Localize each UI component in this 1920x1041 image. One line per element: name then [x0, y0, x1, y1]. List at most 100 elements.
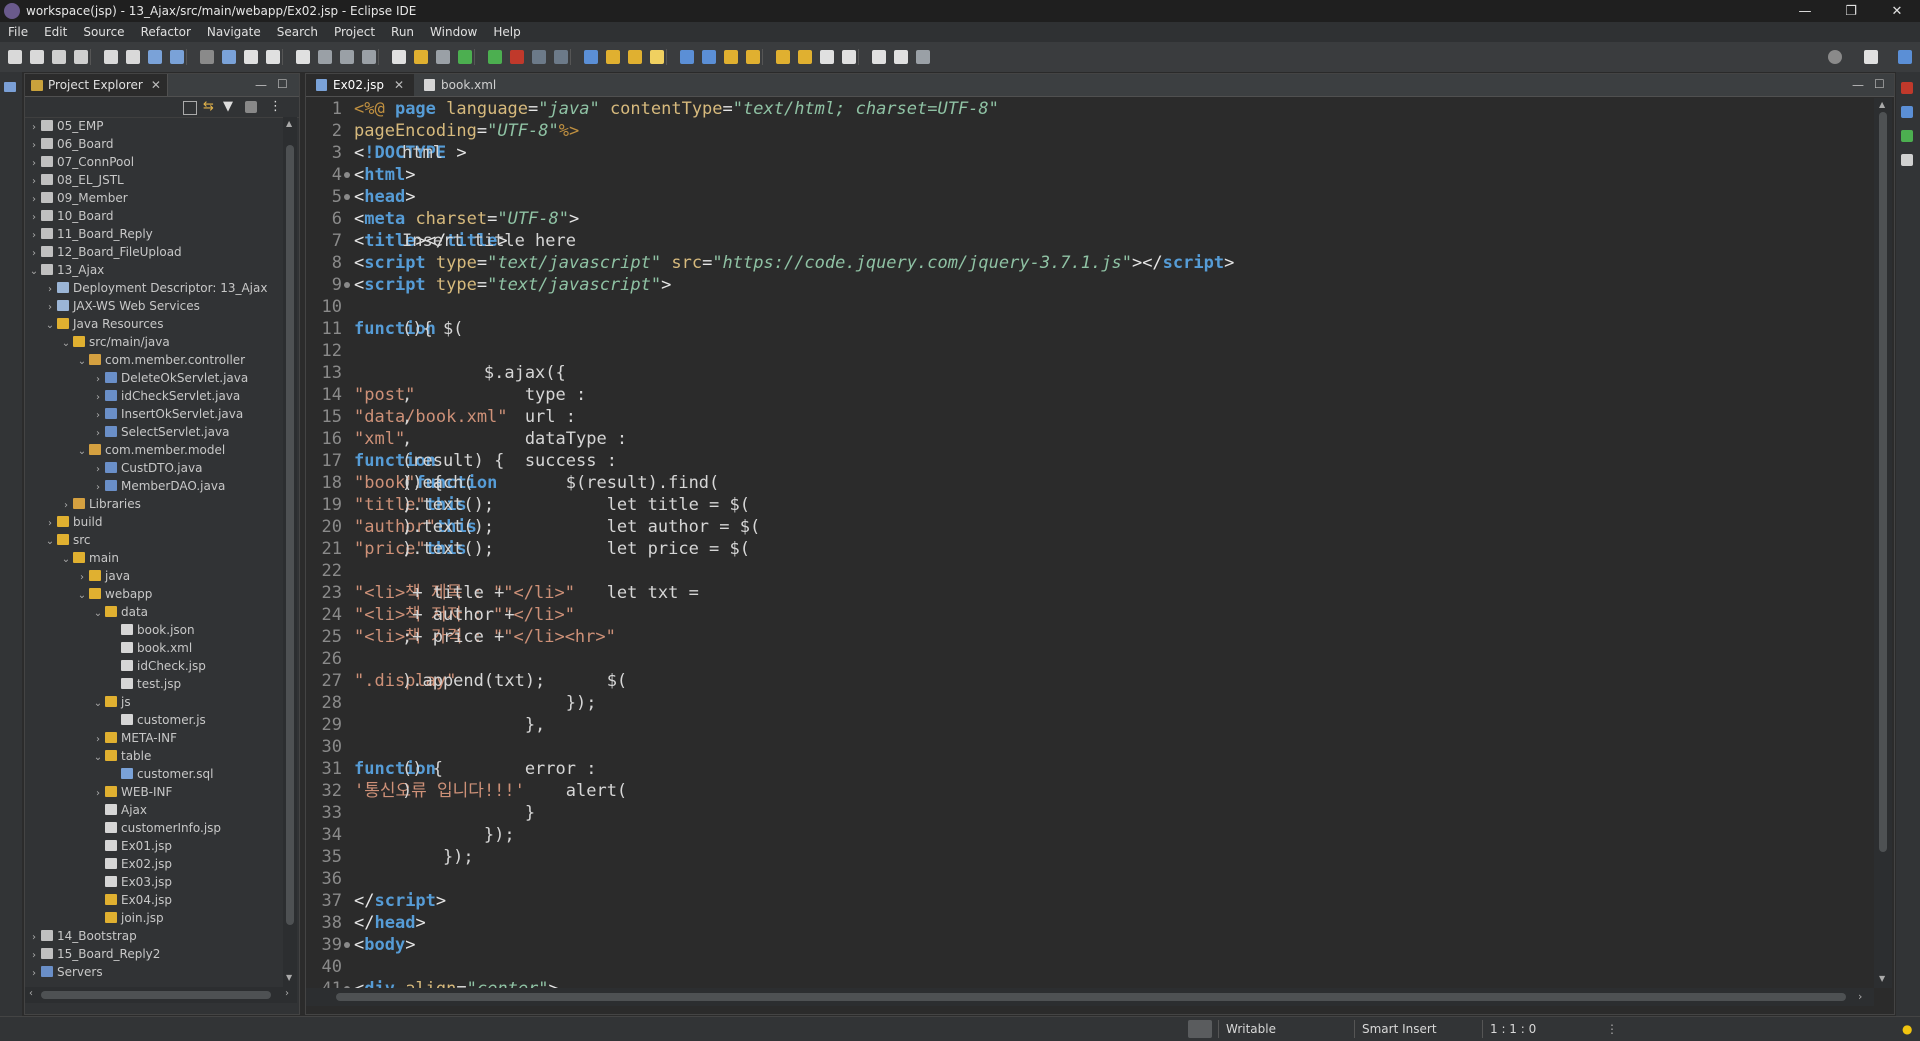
tree-item[interactable]: join.jsp — [25, 909, 283, 927]
restore-button[interactable]: ❐ — [1828, 0, 1874, 22]
tree-item[interactable]: Ex03.jsp — [25, 873, 283, 891]
editor-scroll-thumb[interactable] — [1879, 112, 1887, 852]
explorer-horizontal-scrollbar[interactable]: ‹ › — [25, 987, 297, 1003]
tree-item[interactable]: ⌄ src/main/java — [25, 333, 283, 351]
run-icon[interactable] — [458, 50, 472, 64]
tree-item[interactable]: customer.js — [25, 711, 283, 729]
tree-item[interactable]: › MemberDAO.java — [25, 477, 283, 495]
tree-item[interactable]: Ex04.jsp — [25, 891, 283, 909]
close-window-button[interactable]: ✕ — [1874, 0, 1920, 22]
tree-item[interactable]: Ex01.jsp — [25, 837, 283, 855]
tree-item[interactable]: ⌄ webapp — [25, 585, 283, 603]
tree-item[interactable]: ⌄ com.member.model — [25, 441, 283, 459]
redo-icon[interactable] — [126, 50, 140, 64]
fold-toggle-icon[interactable] — [344, 172, 350, 178]
terminal-icon[interactable] — [894, 50, 908, 64]
restore-view-icon[interactable] — [4, 82, 16, 92]
scroll-up-icon[interactable]: ▲ — [1879, 100, 1885, 109]
tree-item[interactable]: ⌄ js — [25, 693, 283, 711]
tree-item[interactable]: ⌄ data — [25, 603, 283, 621]
menu-source[interactable]: Source — [75, 25, 132, 39]
tree-item[interactable]: › 08_EL_JSTL — [25, 171, 283, 189]
tree-item[interactable]: › idCheckServlet.java — [25, 387, 283, 405]
new-server-icon[interactable] — [414, 50, 428, 64]
minimize-button[interactable]: — — [1782, 0, 1828, 22]
view-menu-icon[interactable]: ⋮ — [269, 99, 282, 114]
editor-vertical-scrollbar[interactable]: ▲ ▼ — [1874, 98, 1892, 988]
tree-item[interactable]: ⌄ com.member.controller — [25, 351, 283, 369]
java-ee-perspective-icon[interactable] — [1898, 50, 1912, 64]
step-return-icon[interactable] — [362, 50, 376, 64]
tree-item[interactable]: customerInfo.jsp — [25, 819, 283, 837]
scroll-left-icon[interactable]: ‹ — [29, 988, 33, 999]
tree-item[interactable]: › Deployment Descriptor: 13_Ajax — [25, 279, 283, 297]
tree-item[interactable]: ⌄ table — [25, 747, 283, 765]
file-status-icon[interactable] — [1188, 1020, 1212, 1038]
menu-file[interactable]: File — [0, 25, 36, 39]
minimize-view-icon[interactable]: — — [255, 78, 267, 92]
back-menu-icon[interactable] — [798, 50, 812, 64]
suspend-icon[interactable] — [244, 50, 258, 64]
open-type-icon[interactable] — [554, 50, 568, 64]
new-icon[interactable] — [8, 50, 22, 64]
minimize-editor-icon[interactable]: — — [1852, 78, 1864, 92]
link-with-editor-icon[interactable]: ⇆ — [203, 99, 214, 114]
tree-item[interactable]: › JAX-WS Web Services — [25, 297, 283, 315]
open-resource-icon[interactable] — [628, 50, 642, 64]
next-annotation-icon[interactable] — [702, 50, 716, 64]
tree-item[interactable]: test.jsp — [25, 675, 283, 693]
tree-item[interactable]: › InsertOkServlet.java — [25, 405, 283, 423]
tree-item[interactable]: › 07_ConnPool — [25, 153, 283, 171]
external-icon[interactable] — [532, 50, 546, 64]
tree-item[interactable]: › 14_Bootstrap — [25, 927, 283, 945]
last-edit-icon[interactable] — [746, 50, 760, 64]
chevron-right-icon[interactable]: › — [29, 965, 39, 983]
save-all-icon[interactable] — [52, 50, 66, 64]
external-tools-icon[interactable] — [170, 50, 184, 64]
menu-run[interactable]: Run — [383, 25, 422, 39]
tree-item[interactable]: › 10_Board — [25, 207, 283, 225]
build-icon[interactable] — [148, 50, 162, 64]
tree-item[interactable]: ⌄ Java Resources — [25, 315, 283, 333]
menu-project[interactable]: Project — [326, 25, 383, 39]
save-icon[interactable] — [30, 50, 44, 64]
tree-item[interactable]: › WEB-INF — [25, 783, 283, 801]
terminate-icon[interactable] — [266, 50, 280, 64]
print-icon[interactable] — [74, 50, 88, 64]
menu-navigate[interactable]: Navigate — [199, 25, 269, 39]
disconnect-icon[interactable] — [296, 50, 310, 64]
tree-item[interactable]: › 05_EMP — [25, 117, 283, 135]
tree-item[interactable]: › Servers — [25, 963, 283, 981]
tip-bulb-icon[interactable]: ● — [1902, 1021, 1912, 1037]
fold-toggle-icon[interactable] — [344, 942, 350, 948]
explorer-scroll-thumb[interactable] — [286, 145, 294, 925]
undo-icon[interactable] — [104, 50, 118, 64]
tree-item[interactable]: customer.sql — [25, 765, 283, 783]
menu-edit[interactable]: Edit — [36, 25, 75, 39]
search-icon[interactable] — [1828, 50, 1842, 64]
forward-icon[interactable] — [820, 50, 834, 64]
scroll-right-icon[interactable]: › — [285, 988, 289, 999]
tree-item[interactable]: ⌄ main — [25, 549, 283, 567]
tree-item[interactable]: idCheck.jsp — [25, 657, 283, 675]
collapse-all-icon[interactable] — [183, 101, 197, 115]
tree-item[interactable]: ⌄ src — [25, 531, 283, 549]
tree-item[interactable]: › 06_Board — [25, 135, 283, 153]
tab-book-xml[interactable]: book.xml — [414, 74, 506, 96]
menu-window[interactable]: Window — [422, 25, 485, 39]
drop-to-frame-icon[interactable] — [392, 50, 406, 64]
explorer-hscroll-thumb[interactable] — [41, 991, 271, 999]
menu-search[interactable]: Search — [269, 25, 326, 39]
tab-project-explorer[interactable]: Project Explorer ✕ — [25, 74, 168, 96]
resume-icon[interactable] — [222, 50, 236, 64]
code-editor[interactable]: 1 <%@ page language="java" contentType="t… — [306, 98, 1866, 988]
perspective-icon[interactable] — [1864, 50, 1878, 64]
editor-hscroll-thumb[interactable] — [336, 993, 1846, 1001]
run-last-icon[interactable] — [488, 50, 502, 64]
step-over-icon[interactable] — [340, 50, 354, 64]
tree-item[interactable]: › 11_Board_Reply — [25, 225, 283, 243]
scroll-right-icon[interactable]: › — [1858, 990, 1862, 1003]
tree-item[interactable]: › META-INF — [25, 729, 283, 747]
menu-refactor[interactable]: Refactor — [133, 25, 199, 39]
scroll-down-icon[interactable]: ▼ — [1879, 974, 1885, 983]
